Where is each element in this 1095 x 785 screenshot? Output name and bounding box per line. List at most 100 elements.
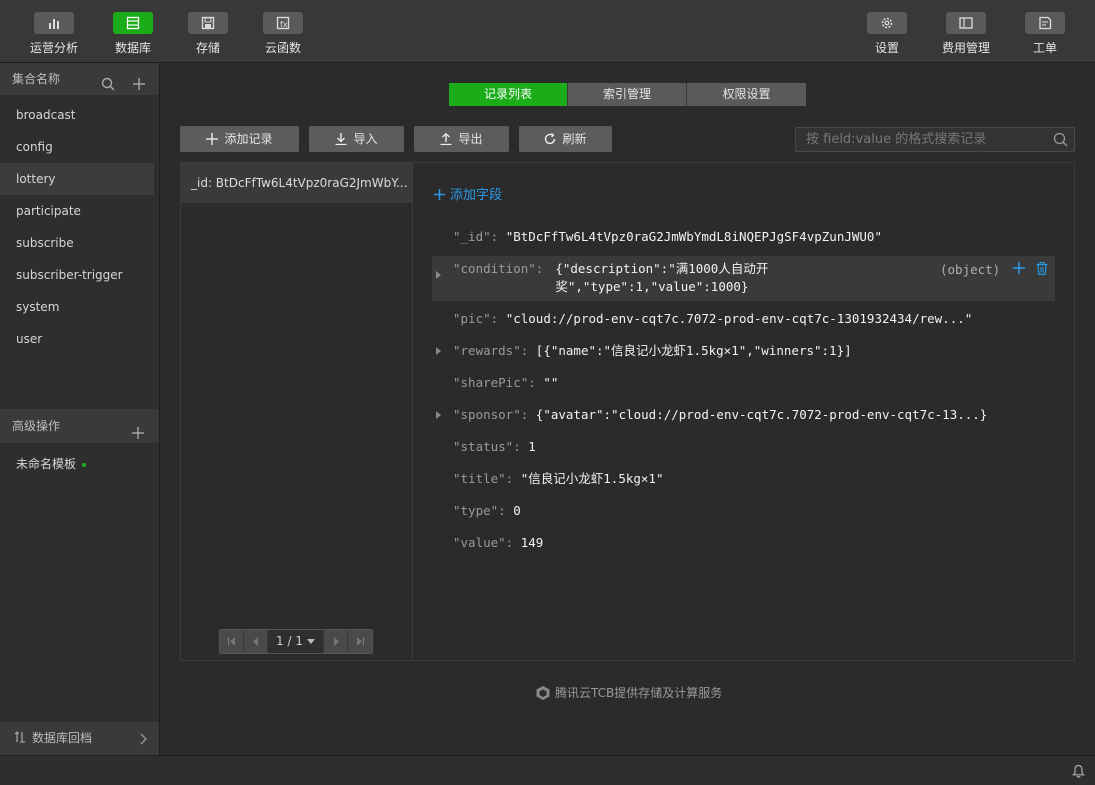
- import-button[interactable]: 导入: [309, 126, 404, 152]
- field-value-block: {"description":"满1000人自动开 奖","type":1,"v…: [555, 260, 768, 296]
- field-row[interactable]: "status": 1: [432, 438, 1055, 456]
- record-search-input[interactable]: [796, 128, 1046, 151]
- field-row[interactable]: "_id": "BtDcFfTw6L4tVpz0raG2JmWbYmdL8iNQ…: [432, 228, 1055, 246]
- field-value: 0: [513, 503, 521, 518]
- field-value: [{"name":"信良记小龙虾1.5kg×1","winners":1}]: [535, 343, 852, 358]
- toolbar-label: 工单: [1032, 41, 1057, 55]
- field-value: "cloud://prod-env-cqt7c.7072-prod-env-cq…: [505, 311, 973, 326]
- field-row[interactable]: "sharePic": "": [432, 374, 1055, 392]
- add-subfield-icon[interactable]: [1013, 262, 1025, 274]
- field-key: "title":: [453, 471, 514, 486]
- field-value: {"description":"满1000人自动开: [555, 261, 769, 276]
- toolbar-ticket-button[interactable]: 工单: [1015, 12, 1075, 56]
- plus-icon: [133, 78, 145, 90]
- collections-header: 集合名称: [0, 63, 159, 95]
- refresh-button[interactable]: 刷新: [519, 126, 612, 152]
- rollback-label: 数据库回档: [32, 731, 93, 745]
- refresh-label: 刷新: [562, 132, 587, 146]
- document-detail: 添加字段 "_id": "BtDcFfTw6L4tVpz0raG2JmWbYmd…: [414, 163, 1074, 660]
- search-icon: [101, 77, 115, 91]
- field-value: 149: [520, 535, 544, 550]
- collection-item[interactable]: config: [0, 131, 154, 163]
- toolbar-label: 费用管理: [941, 41, 990, 55]
- toolbar-billing-button[interactable]: 费用管理: [936, 12, 996, 56]
- collection-item[interactable]: subscriber-trigger: [0, 259, 154, 291]
- provider-note-text: 腾讯云TCB提供存储及计算服务: [555, 686, 723, 700]
- expand-triangle-icon[interactable]: [436, 347, 441, 355]
- field-row[interactable]: "sponsor": {"avatar":"cloud://prod-env-c…: [432, 406, 1055, 424]
- prev-page-button[interactable]: [244, 630, 268, 653]
- chevron-right-icon: [140, 733, 147, 745]
- add-record-button[interactable]: 添加记录: [180, 126, 299, 152]
- toolbar-label: 设置: [874, 41, 899, 55]
- collections-title: 集合名称: [12, 72, 61, 86]
- caret-down-icon: [306, 639, 315, 644]
- field-key: "status":: [453, 439, 521, 454]
- toolbar-analytics-button[interactable]: 运营分析: [24, 12, 84, 56]
- tab-index-management[interactable]: 索引管理: [568, 83, 687, 106]
- field-row[interactable]: "type": 0: [432, 502, 1055, 520]
- add-collection-button[interactable]: [132, 71, 146, 103]
- field-row[interactable]: "pic": "cloud://prod-env-cqt7c.7072-prod…: [432, 310, 1055, 328]
- page-selector[interactable]: 1 / 1: [268, 630, 324, 653]
- view-tabs: 记录列表 索引管理 权限设置: [449, 83, 806, 106]
- first-page-button[interactable]: [220, 630, 244, 653]
- field-row-selected[interactable]: "condition": {"description":"满1000人自动开 奖…: [432, 256, 1055, 301]
- toolbar-storage-button[interactable]: 存储: [178, 12, 238, 56]
- billing-icon: [959, 17, 973, 29]
- field-value: "": [543, 375, 559, 390]
- gear-icon: [881, 17, 893, 29]
- add-record-label: 添加记录: [224, 132, 273, 146]
- field-key: "pic":: [453, 311, 499, 326]
- trash-icon[interactable]: [1036, 262, 1048, 275]
- export-label: 导出: [458, 132, 483, 146]
- field-key: "_id":: [453, 229, 499, 244]
- template-item[interactable]: 未命名模板: [16, 455, 87, 472]
- tab-record-list[interactable]: 记录列表: [449, 83, 568, 106]
- expand-triangle-icon[interactable]: [436, 271, 441, 279]
- function-icon: fx: [276, 16, 290, 30]
- field-value: {"avatar":"cloud://prod-env-cqt7c.7072-p…: [535, 407, 988, 422]
- collection-item[interactable]: participate: [0, 195, 154, 227]
- page-indicator: 1 / 1: [276, 634, 303, 648]
- prev-page-icon: [253, 637, 258, 646]
- field-row[interactable]: "value": 149: [432, 534, 1055, 552]
- ticket-icon: [1039, 16, 1052, 30]
- collection-item[interactable]: user: [0, 323, 154, 355]
- advanced-header: 高级操作: [0, 409, 159, 443]
- search-collection-button[interactable]: [101, 71, 115, 103]
- refresh-icon: [545, 133, 556, 145]
- import-label: 导入: [353, 132, 378, 146]
- status-dot: [82, 462, 87, 467]
- search-icon[interactable]: [1053, 132, 1068, 147]
- status-bar: [0, 755, 1095, 785]
- export-button[interactable]: 导出: [414, 126, 509, 152]
- last-page-button[interactable]: [348, 630, 372, 653]
- add-template-button[interactable]: [131, 419, 145, 453]
- last-page-icon: [357, 637, 365, 646]
- toolbar-settings-button[interactable]: 设置: [857, 12, 917, 56]
- next-page-button[interactable]: [324, 630, 348, 653]
- add-field-button[interactable]: 添加字段: [434, 184, 502, 203]
- field-value: "信良记小龙虾1.5kg×1": [520, 471, 664, 486]
- field-row[interactable]: "rewards": [{"name":"信良记小龙虾1.5kg×1","win…: [432, 342, 1055, 360]
- toolbar-database-button[interactable]: 数据库: [103, 12, 163, 56]
- bell-icon[interactable]: [1072, 764, 1085, 778]
- collection-item[interactable]: system: [0, 291, 154, 323]
- record-list-item[interactable]: _id: BtDcFfTw6L4tVpz0raG2JmWbY...: [181, 163, 412, 203]
- collection-list: broadcast config lottery participate sub…: [0, 95, 159, 355]
- sort-icon: [14, 731, 25, 743]
- tab-permission-settings[interactable]: 权限设置: [687, 83, 806, 106]
- toolbar-functions-button[interactable]: fx 云函数: [253, 12, 313, 56]
- collection-item[interactable]: subscribe: [0, 227, 154, 259]
- field-row[interactable]: "title": "信良记小龙虾1.5kg×1": [432, 470, 1055, 488]
- field-value-continuation: 奖","type":1,"value":1000}: [555, 279, 749, 294]
- collection-item-active[interactable]: lottery: [0, 163, 154, 195]
- database-rollback-button[interactable]: 数据库回档: [0, 722, 159, 755]
- field-key: "type":: [453, 503, 506, 518]
- field-value: 1: [528, 439, 536, 454]
- expand-triangle-icon[interactable]: [436, 411, 441, 419]
- collection-item[interactable]: broadcast: [0, 99, 154, 131]
- upload-icon: [440, 132, 452, 146]
- sidebar: 集合名称 broadcast config lottery participat…: [0, 63, 160, 755]
